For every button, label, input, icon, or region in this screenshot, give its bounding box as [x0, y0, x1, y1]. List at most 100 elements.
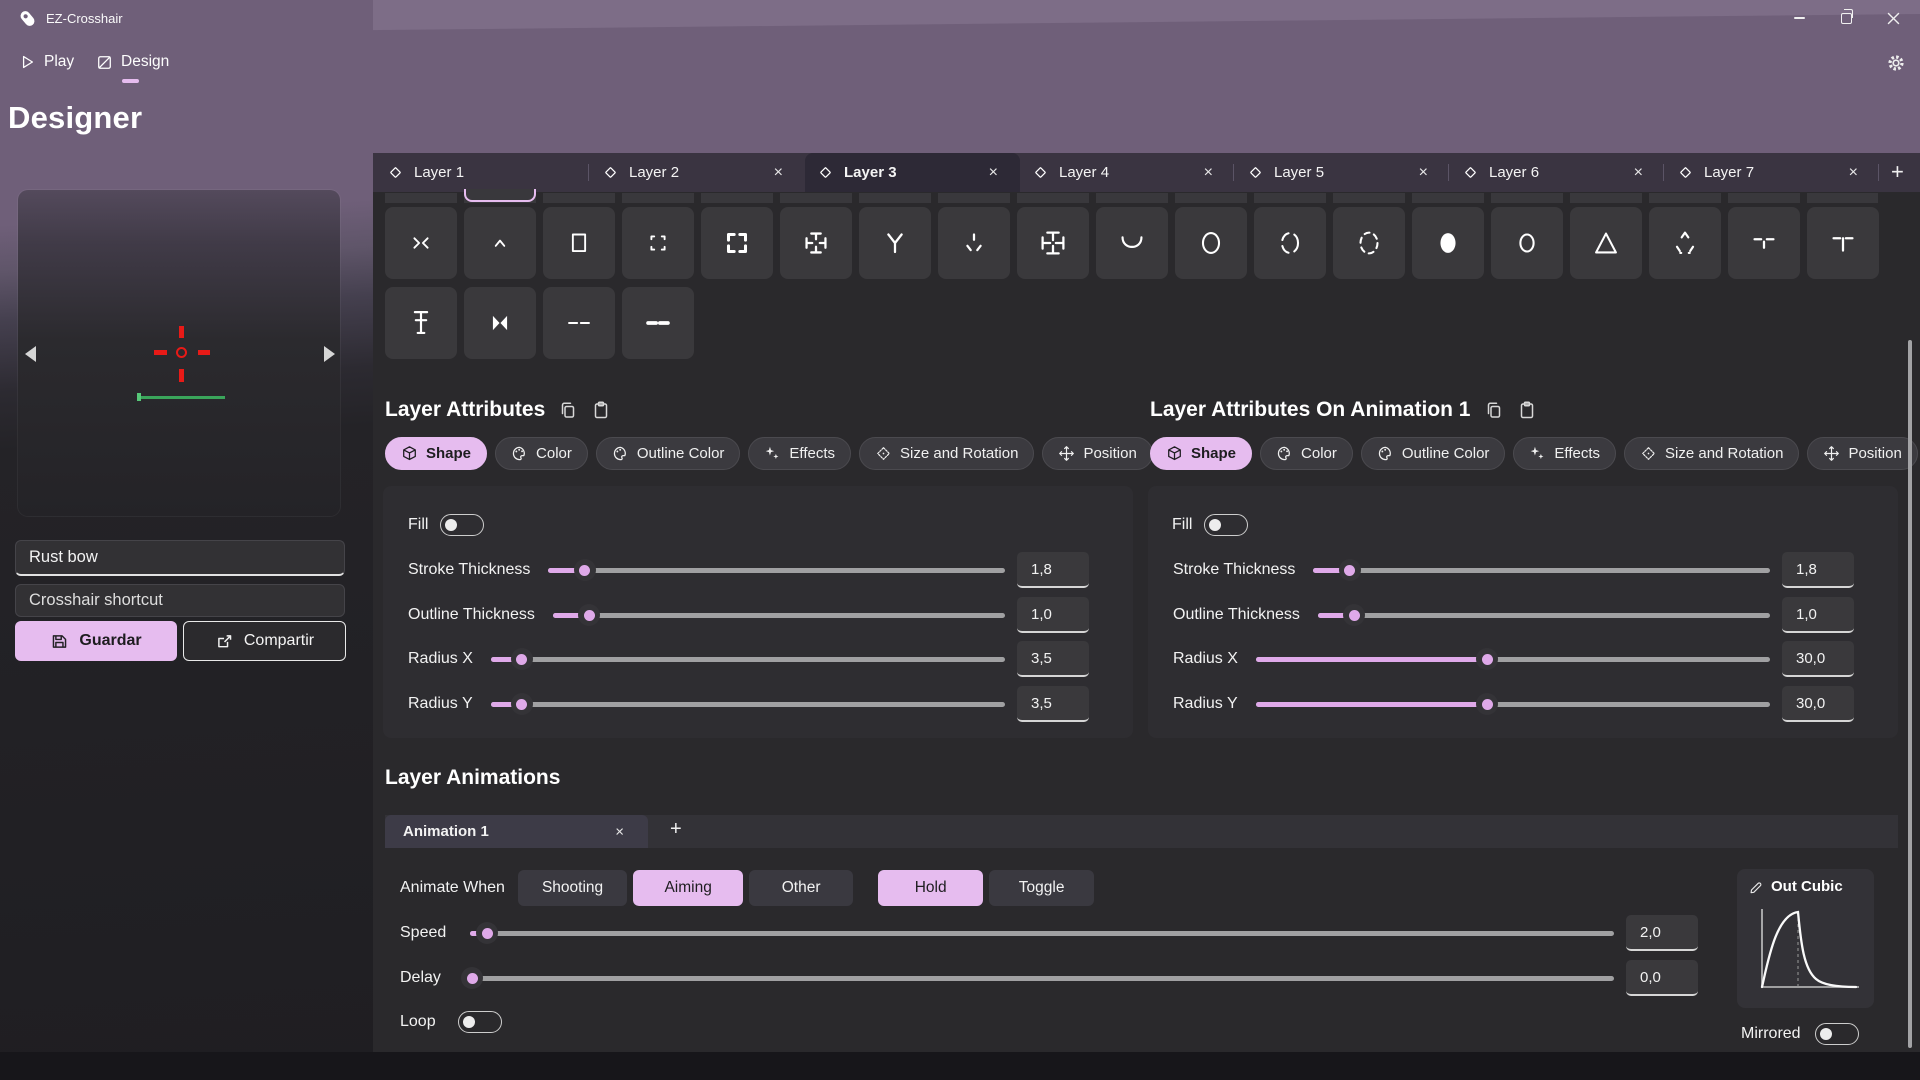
- shape-ellipse-filled-button[interactable]: [1412, 207, 1484, 279]
- shape-ellipse-outline-button[interactable]: [1175, 207, 1247, 279]
- tab-position[interactable]: Position: [1042, 437, 1152, 470]
- tab-effects[interactable]: Effects: [748, 437, 851, 470]
- share-button[interactable]: Compartir: [183, 621, 346, 661]
- trigger-aiming-button[interactable]: Aiming: [633, 870, 743, 906]
- trigger-other-button[interactable]: Other: [749, 870, 853, 906]
- vertical-scrollbar[interactable]: [1908, 340, 1912, 1048]
- close-icon[interactable]: ×: [1849, 165, 1858, 181]
- preview-prev-arrow[interactable]: [25, 346, 36, 362]
- close-window-button[interactable]: [1876, 6, 1910, 30]
- slider-thumb[interactable]: [511, 648, 533, 670]
- crosshair-shortcut-input[interactable]: [15, 584, 345, 617]
- close-icon[interactable]: ×: [1419, 165, 1428, 181]
- slider-thumb[interactable]: [1476, 693, 1498, 715]
- slider-thumb[interactable]: [574, 559, 596, 581]
- settings-button[interactable]: [1884, 51, 1908, 80]
- close-icon[interactable]: ×: [1634, 165, 1643, 181]
- shape-three-ticks-button[interactable]: [938, 207, 1010, 279]
- layer-tab-2[interactable]: Layer 2 ×: [590, 153, 805, 192]
- radius-y-slider[interactable]: [1256, 702, 1770, 707]
- speed-slider[interactable]: [470, 931, 1614, 936]
- preview-next-arrow[interactable]: [324, 346, 335, 362]
- layer-tab-5[interactable]: Layer 5 ×: [1235, 153, 1450, 192]
- shape-inward-triangles-button[interactable]: [464, 287, 536, 359]
- tab-color[interactable]: Color: [495, 437, 588, 470]
- layer-tab-1[interactable]: Layer 1: [375, 153, 590, 192]
- pencil-icon[interactable]: [1748, 878, 1765, 895]
- slider-thumb[interactable]: [461, 967, 483, 989]
- radius-x-slider[interactable]: [491, 657, 1005, 662]
- radius-y-value[interactable]: 3,5: [1017, 686, 1089, 722]
- mode-toggle-button[interactable]: Toggle: [989, 870, 1094, 906]
- radius-y-value[interactable]: 30,0: [1782, 686, 1854, 722]
- tab-effects[interactable]: Effects: [1513, 437, 1616, 470]
- close-icon[interactable]: ×: [774, 165, 783, 181]
- tab-color[interactable]: Color: [1260, 437, 1353, 470]
- tab-position[interactable]: Position: [1807, 437, 1917, 470]
- trigger-shooting-button[interactable]: Shooting: [518, 870, 627, 906]
- add-layer-button[interactable]: +: [1891, 158, 1904, 186]
- nav-design[interactable]: Design: [96, 53, 169, 71]
- shape-rectangle-button[interactable]: [543, 207, 615, 279]
- radius-x-value[interactable]: 30,0: [1782, 641, 1854, 677]
- slider-thumb[interactable]: [578, 604, 600, 626]
- delay-value[interactable]: 0,0: [1626, 960, 1698, 996]
- paste-attributes-button[interactable]: [1517, 400, 1537, 420]
- loop-toggle[interactable]: [458, 1011, 502, 1033]
- shape-triangle-corners-button[interactable]: [1649, 207, 1721, 279]
- copy-attributes-button[interactable]: [558, 400, 578, 420]
- stroke-thickness-value[interactable]: 1,8: [1782, 552, 1854, 588]
- stroke-thickness-slider[interactable]: [548, 568, 1005, 573]
- slider-thumb[interactable]: [1476, 648, 1498, 670]
- shape-dashes-with-stem-button[interactable]: [1807, 207, 1879, 279]
- outline-thickness-value[interactable]: 1,0: [1782, 597, 1854, 633]
- stroke-thickness-slider[interactable]: [1313, 568, 1770, 573]
- paste-attributes-button[interactable]: [591, 400, 611, 420]
- slider-thumb[interactable]: [476, 922, 498, 944]
- layer-tab-6[interactable]: Layer 6 ×: [1450, 153, 1665, 192]
- shape-chevron-up-button[interactable]: [464, 207, 536, 279]
- radius-y-slider[interactable]: [491, 702, 1005, 707]
- save-button[interactable]: Guardar: [15, 621, 177, 661]
- outline-thickness-value[interactable]: 1,0: [1017, 597, 1089, 633]
- close-icon[interactable]: ×: [1204, 165, 1213, 181]
- shape-inverted-y-button[interactable]: [859, 207, 931, 279]
- tab-shape[interactable]: Shape: [1150, 437, 1252, 470]
- slider-thumb[interactable]: [511, 693, 533, 715]
- crosshair-name-input[interactable]: [15, 540, 345, 576]
- copy-attributes-button[interactable]: [1484, 400, 1504, 420]
- shape-t-cross-button[interactable]: [780, 207, 852, 279]
- shape-sight-post-button[interactable]: [385, 287, 457, 359]
- outline-thickness-slider[interactable]: [1318, 613, 1770, 618]
- minimize-button[interactable]: [1782, 6, 1816, 30]
- tab-size-rotation[interactable]: Size and Rotation: [859, 437, 1034, 470]
- shape-selected-partial[interactable]: [464, 189, 536, 202]
- fill-toggle[interactable]: [1204, 514, 1248, 536]
- radius-x-value[interactable]: 3,5: [1017, 641, 1089, 677]
- animation-tab-1[interactable]: Animation 1 ×: [385, 815, 648, 848]
- nav-play[interactable]: Play: [20, 53, 74, 71]
- shape-t-cross-tall-button[interactable]: [1017, 207, 1089, 279]
- shape-double-dash-thin-button[interactable]: [543, 287, 615, 359]
- shape-triangle-button[interactable]: [1570, 207, 1642, 279]
- shape-corners-bold-button[interactable]: [701, 207, 773, 279]
- close-icon[interactable]: ×: [615, 824, 624, 839]
- easing-editor[interactable]: Out Cubic: [1737, 869, 1874, 1008]
- shape-dashes-with-stub-button[interactable]: [1728, 207, 1800, 279]
- layer-tab-7[interactable]: Layer 7 ×: [1665, 153, 1880, 192]
- speed-value[interactable]: 2,0: [1626, 915, 1698, 951]
- restore-button[interactable]: [1829, 6, 1863, 30]
- fill-toggle[interactable]: [440, 514, 484, 536]
- shape-dashed-circle-fine-button[interactable]: [1333, 207, 1405, 279]
- mirrored-toggle[interactable]: [1815, 1023, 1859, 1045]
- tab-outline-color[interactable]: Outline Color: [1361, 437, 1506, 470]
- shape-inward-chevrons-button[interactable]: [385, 207, 457, 279]
- stroke-thickness-value[interactable]: 1,8: [1017, 552, 1089, 588]
- delay-slider[interactable]: [468, 976, 1614, 981]
- close-icon[interactable]: ×: [989, 165, 998, 181]
- slider-thumb[interactable]: [1339, 559, 1361, 581]
- tab-outline-color[interactable]: Outline Color: [596, 437, 741, 470]
- mode-hold-button[interactable]: Hold: [878, 870, 983, 906]
- add-animation-button[interactable]: +: [670, 818, 682, 841]
- shape-corners-small-button[interactable]: [622, 207, 694, 279]
